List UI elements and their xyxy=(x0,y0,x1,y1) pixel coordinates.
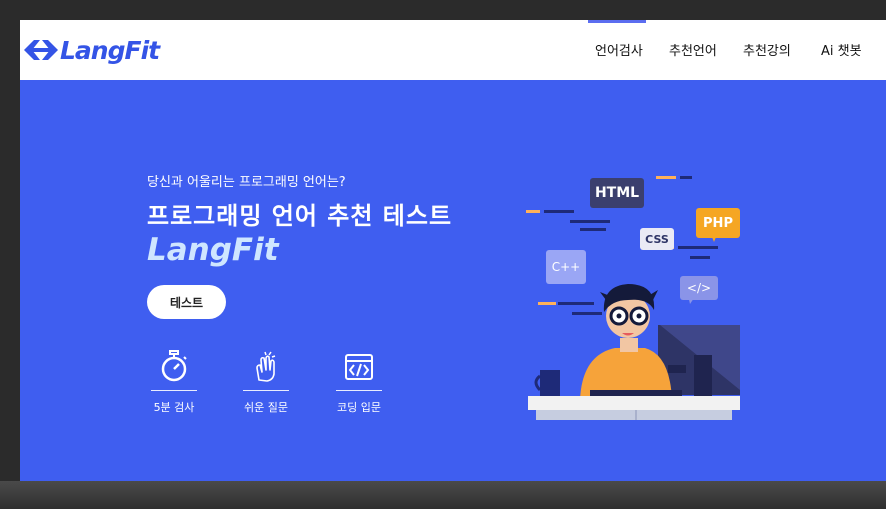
hand-gesture-icon xyxy=(256,351,276,382)
site-header: LangFit 언어검사 추천언어 추천강의 Ai 챗봇 xyxy=(20,20,886,80)
code-tag-bubble: </> xyxy=(680,276,718,300)
logo-arrows-icon xyxy=(24,40,58,60)
php-bubble: PHP xyxy=(696,208,740,238)
feature-label: 코딩 입문 xyxy=(337,401,381,414)
stopwatch-icon xyxy=(161,350,187,382)
browser-viewport: LangFit 언어검사 추천언어 추천강의 Ai 챗봇 당신과 어울리는 프로… xyxy=(20,20,886,481)
nav-active-indicator xyxy=(588,20,646,23)
css-bubble: CSS xyxy=(640,228,674,250)
html-bubble: HTML xyxy=(590,178,644,208)
feature-label: 쉬운 질문 xyxy=(244,401,288,414)
developer-illustration: HTML PHP CSS C++ </> xyxy=(520,150,740,420)
hero-title: 프로그래밍 언어 추천 테스트 xyxy=(147,202,453,230)
nav-item-ai-chatbot[interactable]: Ai 챗봇 xyxy=(821,40,862,59)
feature-label: 5분 검사 xyxy=(153,401,195,414)
nav-item-language-test[interactable]: 언어검사 xyxy=(595,40,643,59)
monitor-bezel xyxy=(0,481,886,509)
feature-coding-intro: 코딩 입문 xyxy=(329,348,389,415)
logo[interactable]: LangFit xyxy=(24,34,160,66)
hero-subtitle: 당신과 어울리는 프로그래밍 언어는? xyxy=(147,175,346,190)
code-window-icon xyxy=(345,354,373,380)
start-test-button[interactable]: 테스트 xyxy=(147,285,226,319)
feature-five-minute-test: 5분 검사 xyxy=(144,348,204,415)
nav-item-recommended-lecture[interactable]: 추천강의 xyxy=(743,40,791,59)
logo-text: LangFit xyxy=(60,35,160,65)
cpp-bubble: C++ xyxy=(546,250,586,284)
nav-item-recommended-language[interactable]: 추천언어 xyxy=(669,40,717,59)
feature-easy-questions: 쉬운 질문 xyxy=(236,348,296,415)
hero-brand: LangFit xyxy=(147,232,279,268)
